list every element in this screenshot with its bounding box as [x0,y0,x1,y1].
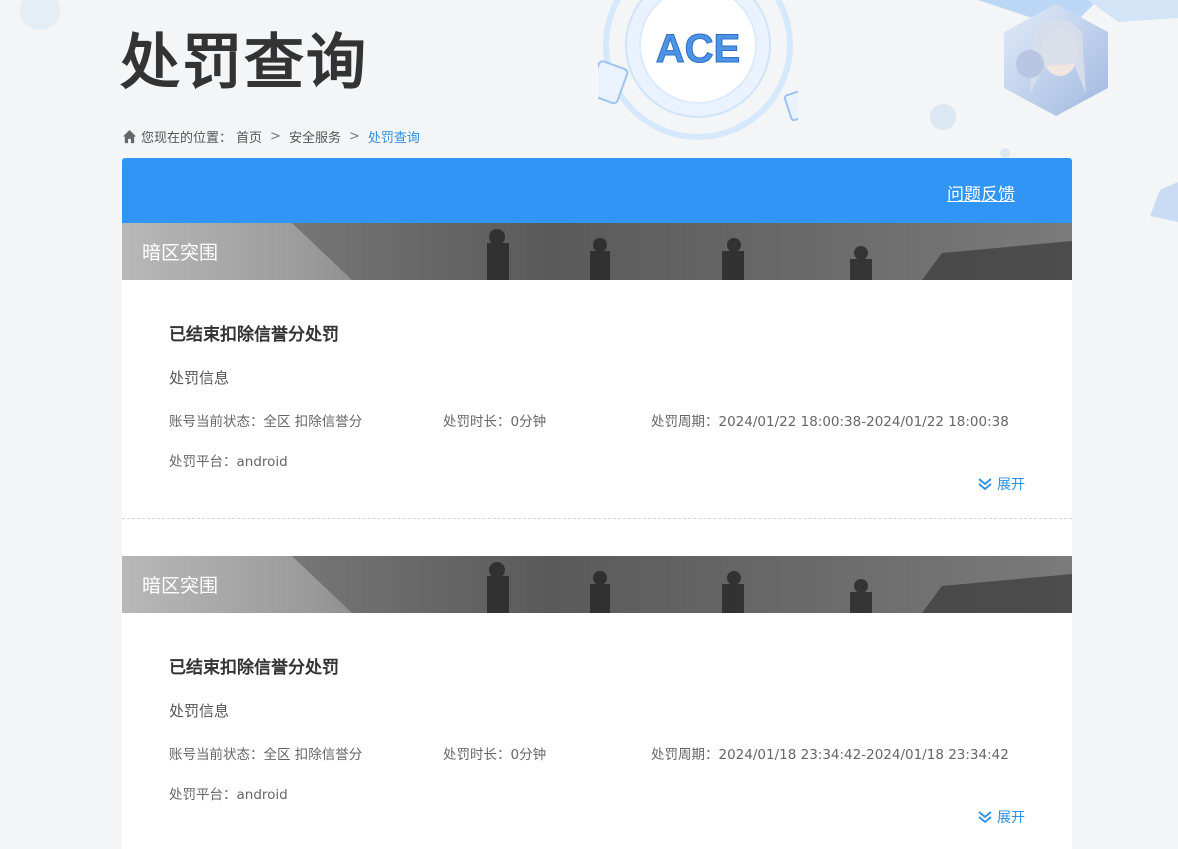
panel-header: 问题反馈 [122,158,1072,223]
double-chevron-down-icon [978,478,992,491]
record-info-label: 处罚信息 [169,702,230,720]
expand-button[interactable]: 展开 [977,474,1025,494]
record-title: 已结束扣除信誉分处罚 [169,658,339,678]
banner-image [292,223,1072,280]
breadcrumb-item-security[interactable]: 安全服务 [289,127,341,146]
breadcrumb-item-home[interactable]: 首页 [236,127,262,146]
banner-image [292,556,1072,613]
penalty-platform: 处罚平台：android [169,787,288,803]
feedback-link[interactable]: 问题反馈 [947,180,1015,205]
game-banner: 暗区突围 [122,223,1072,280]
breadcrumb: 您现在的位置： 首页 > 安全服务 > 处罚查询 [122,127,420,146]
breadcrumb-separator: > [348,129,360,144]
penalty-panel: 问题反馈 暗区突围 已结束扣除信誉分处罚 处罚信息 账号当前状态：全区 扣除信誉… [122,158,1072,849]
penalty-duration: 处罚时长：0分钟 [443,414,547,430]
corner-shape-icon [1150,182,1178,222]
record-platform-row: 处罚平台：android [169,783,1025,803]
penalty-duration: 处罚时长：0分钟 [443,747,547,763]
penalty-record: 已结束扣除信誉分处罚 处罚信息 账号当前状态：全区 扣除信誉分 处罚时长：0分钟… [122,280,1072,518]
character-avatar [1004,4,1108,116]
expand-button[interactable]: 展开 [977,807,1025,827]
svg-text:ACE: ACE [656,27,740,71]
page-title: 处罚查询 [120,28,368,98]
record-platform-row: 处罚平台：android [169,450,1025,470]
account-status: 账号当前状态：全区 扣除信誉分 [169,414,363,430]
account-status: 账号当前状态：全区 扣除信誉分 [169,747,363,763]
ace-logo: ACE [598,0,798,140]
record-gap [122,519,1072,556]
penalty-record: 已结束扣除信誉分处罚 处罚信息 账号当前状态：全区 扣除信誉分 处罚时长：0分钟… [122,613,1072,849]
expand-label: 展开 [997,477,1025,493]
game-name: 暗区突围 [142,575,219,597]
record-info-row: 账号当前状态：全区 扣除信誉分 处罚时长：0分钟 处罚周期：2024/01/22… [169,410,1025,430]
record-title: 已结束扣除信誉分处罚 [169,325,339,345]
record-info-label: 处罚信息 [169,369,230,387]
game-banner: 暗区突围 [122,556,1072,613]
double-chevron-down-icon [978,811,992,824]
corner-shape-icon [978,0,1178,30]
breadcrumb-item-current: 处罚查询 [367,131,420,146]
penalty-period: 处罚周期：2024/01/18 23:34:42-2024/01/18 23:3… [651,747,1009,763]
home-icon [122,129,137,144]
expand-label: 展开 [997,810,1025,826]
game-name: 暗区突围 [142,242,219,264]
penalty-period: 处罚周期：2024/01/22 18:00:38-2024/01/22 18:0… [651,414,1009,430]
breadcrumb-separator: > [270,129,281,144]
breadcrumb-prefix: 您现在的位置： [141,131,233,146]
penalty-platform: 处罚平台：android [169,454,288,470]
record-info-row: 账号当前状态：全区 扣除信誉分 处罚时长：0分钟 处罚周期：2024/01/18… [169,743,1025,763]
